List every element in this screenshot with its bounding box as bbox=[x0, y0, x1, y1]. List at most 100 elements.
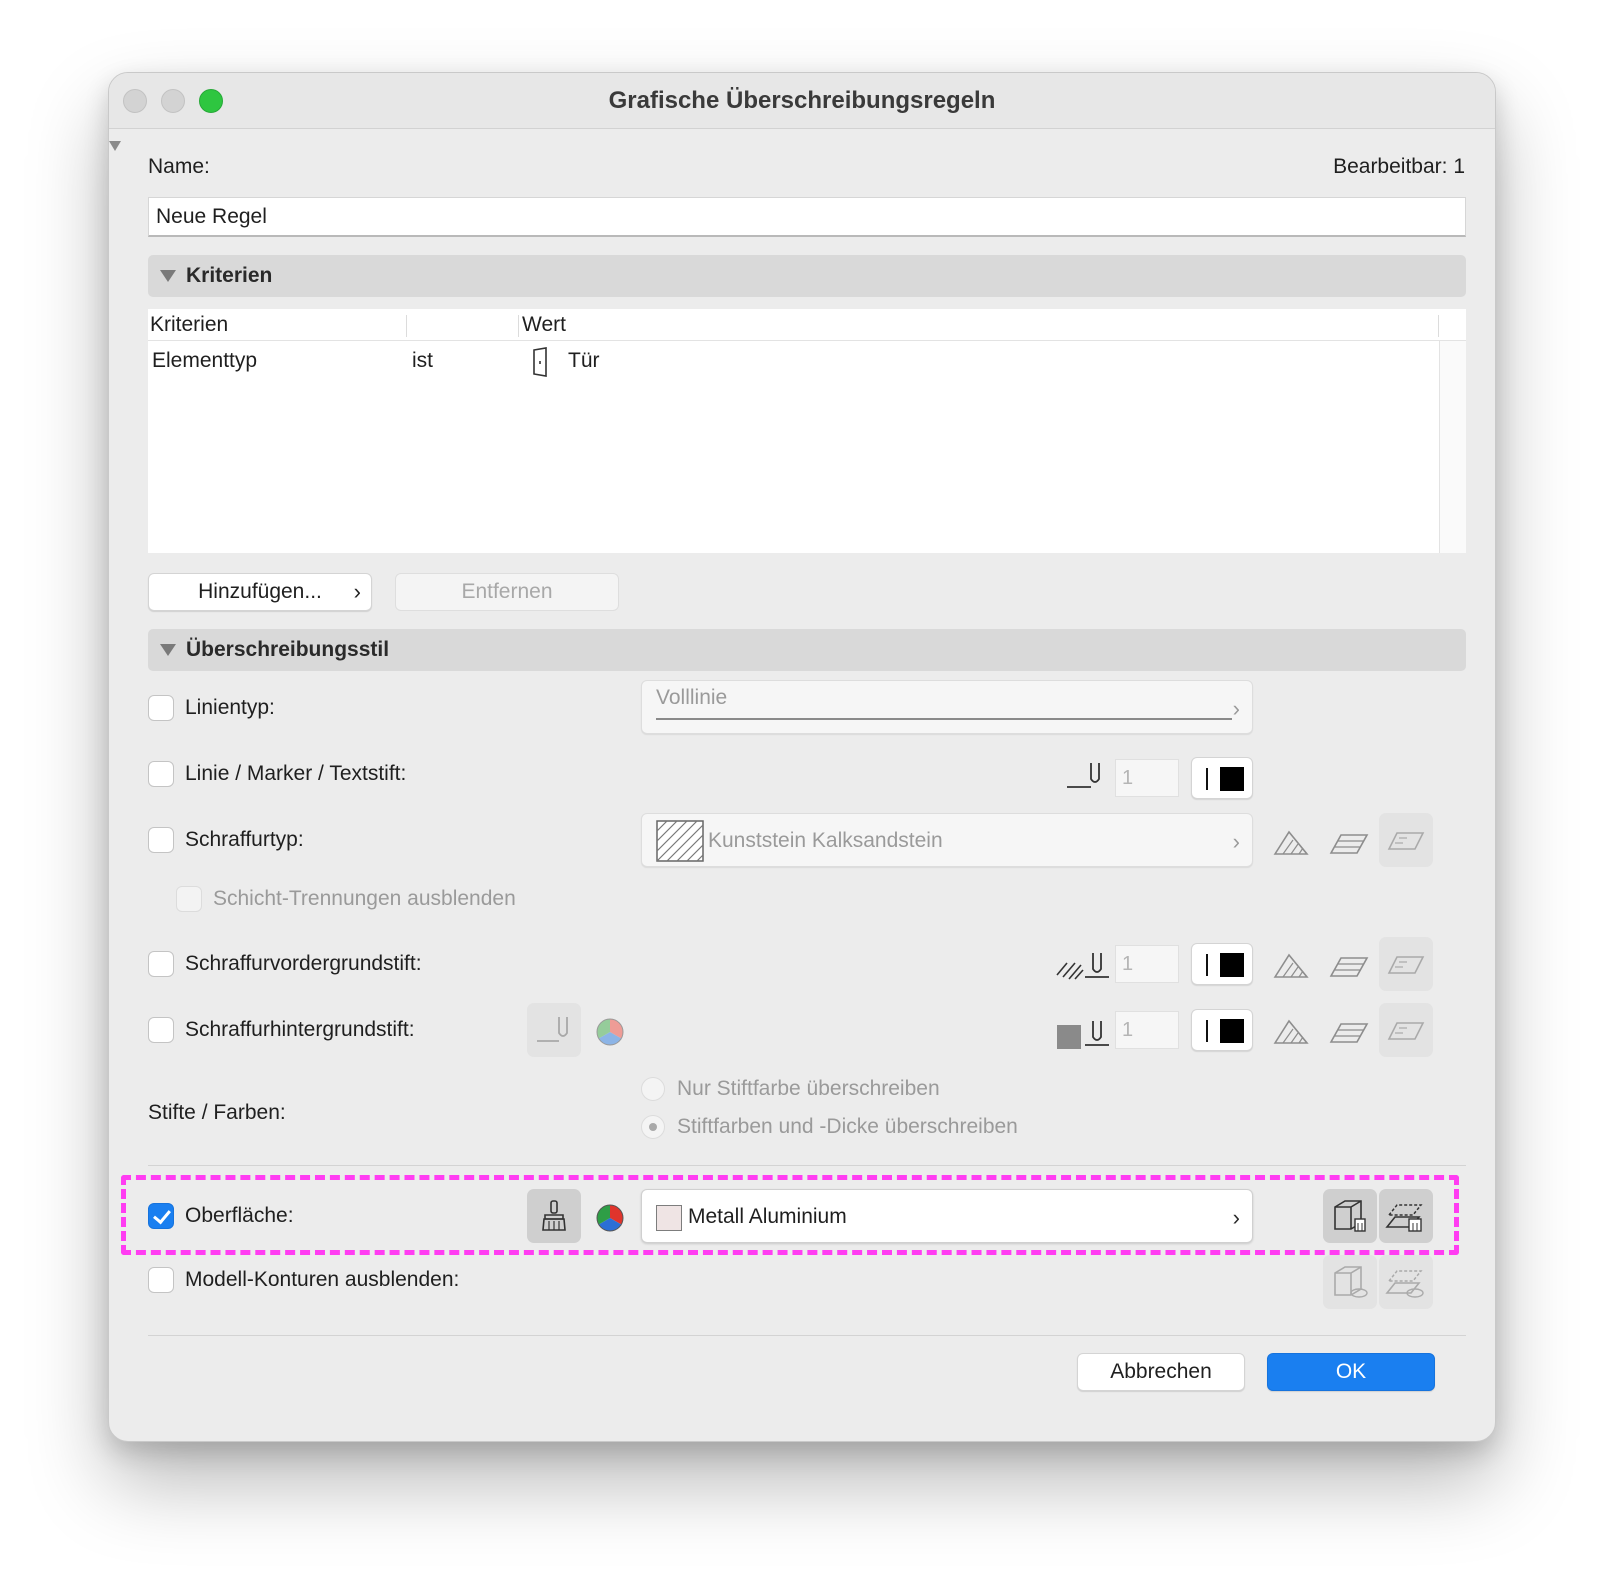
hatch-fill-icon bbox=[1387, 956, 1425, 974]
pen-color-and-weight-radio[interactable] bbox=[641, 1115, 665, 1139]
pen-picker-button[interactable] bbox=[527, 1003, 581, 1057]
criterion-cell: Elementtyp bbox=[152, 349, 258, 372]
hide-model-contours-checkbox[interactable] bbox=[148, 1267, 174, 1293]
linetype-value: Volllinie bbox=[656, 686, 728, 709]
pen-color-only-radio[interactable] bbox=[641, 1077, 665, 1101]
hatch-cut-icon[interactable] bbox=[1273, 1017, 1309, 1047]
line-pen-checkbox[interactable] bbox=[148, 761, 174, 787]
column-header-value[interactable]: Wert bbox=[522, 313, 566, 337]
hatch-foreground-pen-icon bbox=[1056, 953, 1109, 980]
cube-eraser-icon bbox=[1334, 1266, 1368, 1298]
hatch-background-pen-icon bbox=[1057, 1021, 1109, 1049]
cancel-button[interactable]: Abbrechen bbox=[1077, 1353, 1245, 1391]
hatch-bg-pen-checkbox[interactable] bbox=[148, 1017, 174, 1043]
operator-cell: ist bbox=[412, 349, 433, 372]
surface-popup[interactable]: Metall Aluminium › bbox=[641, 1189, 1253, 1243]
hatch-fg-pen-number[interactable]: 1 bbox=[1115, 945, 1179, 983]
criteria-table[interactable]: Kriterien Wert Elementtyp ist Tür bbox=[148, 309, 1466, 553]
surface-color-swatch bbox=[656, 1205, 682, 1231]
contours-3d-toggle-button[interactable] bbox=[1323, 1255, 1377, 1309]
divider bbox=[148, 1165, 1466, 1166]
hatch-fg-pen-color-button[interactable] bbox=[1191, 943, 1253, 985]
hatch-bg-pen-label: Schraffurhintergrundstift: bbox=[185, 1018, 415, 1041]
chevron-right-icon: › bbox=[1232, 1205, 1240, 1230]
table-row[interactable]: Elementtyp ist Tür bbox=[148, 343, 1438, 379]
hide-layer-separators-checkbox[interactable] bbox=[176, 886, 202, 912]
paint-brush-button[interactable] bbox=[527, 1189, 581, 1243]
pen-color-and-weight-label: Stiftfarben und -Dicke überschreiben bbox=[677, 1115, 1018, 1138]
column-separator bbox=[518, 315, 519, 337]
title-bar: Grafische Überschreibungsregeln bbox=[109, 73, 1495, 129]
column-header-criteria[interactable]: Kriterien bbox=[150, 313, 228, 337]
column-separator bbox=[406, 315, 407, 337]
criteria-section-header[interactable]: Kriterien bbox=[148, 255, 1466, 297]
ok-button[interactable]: OK bbox=[1267, 1353, 1435, 1391]
chevron-right-icon: › bbox=[1232, 829, 1240, 854]
chevron-right-icon: › bbox=[353, 579, 361, 604]
footer-divider bbox=[148, 1335, 1466, 1336]
surface-section-toggle-button[interactable] bbox=[1379, 1189, 1433, 1243]
cube-brush-icon bbox=[1334, 1200, 1366, 1232]
hatch-fill-toggle-button[interactable] bbox=[1379, 937, 1433, 991]
name-input[interactable]: Neue Regel bbox=[148, 197, 1466, 237]
hatch-bg-pen-color-button[interactable] bbox=[1191, 1009, 1253, 1051]
line-pen-color-button[interactable] bbox=[1191, 757, 1253, 799]
section-eraser-icon bbox=[1385, 1270, 1424, 1298]
corner-triangle-icon bbox=[109, 141, 121, 151]
hatch-cover-icon[interactable] bbox=[1329, 952, 1369, 980]
hatch-fill-toggle-button[interactable] bbox=[1379, 1003, 1433, 1057]
disclosure-triangle-icon bbox=[160, 270, 176, 282]
hatch-type-popup[interactable]: Kunststein Kalksandstein › bbox=[641, 813, 1253, 867]
linetype-checkbox[interactable] bbox=[148, 695, 174, 721]
remove-criterion-button[interactable]: Entfernen bbox=[395, 573, 619, 611]
add-criterion-button[interactable]: Hinzufügen... › bbox=[148, 573, 372, 611]
hatch-cover-icon[interactable] bbox=[1329, 829, 1369, 857]
solid-line-preview bbox=[656, 718, 1232, 720]
hatch-type-value: Kunststein Kalksandstein bbox=[708, 829, 943, 852]
hatch-cut-icon[interactable] bbox=[1273, 828, 1309, 858]
pen-color-only-label: Nur Stiftfarbe überschreiben bbox=[677, 1077, 940, 1100]
window-title: Grafische Überschreibungsregeln bbox=[608, 87, 996, 114]
value-cell: Tür bbox=[568, 349, 600, 372]
hatch-cut-icon[interactable] bbox=[1273, 951, 1309, 981]
hatch-fg-pen-label: Schraffurvordergrundstift: bbox=[185, 952, 422, 975]
hide-model-contours-label: Modell-Konturen ausblenden: bbox=[185, 1268, 460, 1291]
criteria-table-header: Kriterien Wert bbox=[148, 309, 1466, 341]
color-wheel-icon[interactable] bbox=[595, 1017, 625, 1047]
linetype-label: Linientyp: bbox=[185, 696, 275, 719]
section-brush-icon bbox=[1385, 1204, 1423, 1232]
hide-layer-separators-label: Schicht-Trennungen ausblenden bbox=[213, 887, 516, 910]
override-style-section-header[interactable]: Überschreibungsstil bbox=[148, 629, 1466, 671]
hatch-bg-pen-number[interactable]: 1 bbox=[1115, 1011, 1179, 1049]
override-style-section-title: Überschreibungsstil bbox=[186, 638, 390, 661]
disclosure-triangle-icon bbox=[160, 644, 176, 656]
table-scrollbar[interactable] bbox=[1439, 341, 1466, 553]
hatch-fill-toggle-button[interactable] bbox=[1379, 813, 1433, 867]
surface-label: Oberfläche: bbox=[185, 1204, 294, 1227]
editable-count: Bearbeitbar: 1 bbox=[1333, 155, 1465, 178]
color-wheel-icon[interactable] bbox=[595, 1203, 625, 1233]
line-pen-label: Linie / Marker / Textstift: bbox=[185, 762, 407, 785]
criteria-section-title: Kriterien bbox=[186, 264, 273, 287]
contours-section-toggle-button[interactable] bbox=[1379, 1255, 1433, 1309]
hatch-fill-icon bbox=[1387, 832, 1425, 850]
pen-icon bbox=[1067, 763, 1100, 788]
surface-3d-toggle-button[interactable] bbox=[1323, 1189, 1377, 1243]
pen-icon bbox=[537, 1017, 568, 1042]
column-separator bbox=[1438, 315, 1439, 337]
surface-checkbox[interactable] bbox=[148, 1203, 174, 1229]
hatch-fg-pen-checkbox[interactable] bbox=[148, 951, 174, 977]
paint-brush-icon bbox=[542, 1200, 566, 1231]
dialog-window: Grafische Überschreibungsregeln Name: Be… bbox=[108, 72, 1496, 1442]
hatch-pattern-icon bbox=[656, 820, 704, 862]
door-icon bbox=[533, 347, 547, 377]
surface-value: Metall Aluminium bbox=[688, 1205, 847, 1228]
hatch-type-checkbox[interactable] bbox=[148, 827, 174, 853]
pens-colors-label: Stifte / Farben: bbox=[148, 1101, 286, 1124]
linetype-popup[interactable]: Volllinie › bbox=[641, 680, 1253, 734]
chevron-right-icon: › bbox=[1232, 696, 1240, 721]
hatch-type-label: Schraffurtyp: bbox=[185, 828, 304, 851]
line-pen-number[interactable]: 1 bbox=[1115, 759, 1179, 797]
hatch-cover-icon[interactable] bbox=[1329, 1018, 1369, 1046]
name-label: Name: bbox=[148, 155, 210, 178]
